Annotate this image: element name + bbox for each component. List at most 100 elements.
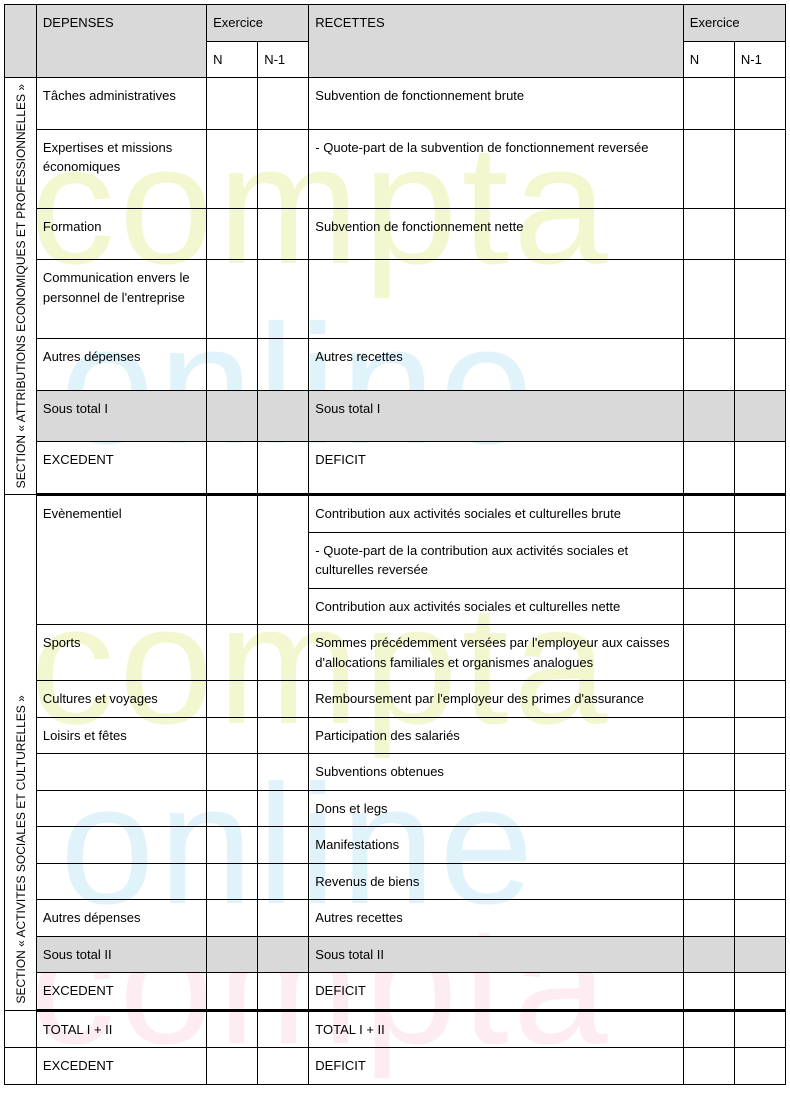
s2-row5-n bbox=[207, 754, 258, 791]
s1-deficit-rn bbox=[683, 442, 734, 495]
s1-subtotal-n bbox=[207, 390, 258, 442]
s1-row2-rec: - Quote-part de la subvention de fonctio… bbox=[309, 129, 684, 208]
s1-row1-n bbox=[207, 78, 258, 130]
s1-subtotal-rec: Sous total I bbox=[309, 390, 684, 442]
s1-deficit-rn1 bbox=[734, 442, 785, 495]
s2-row1c-rn bbox=[683, 588, 734, 625]
s1-row4-dep: Communication envers le personnel de l'e… bbox=[36, 260, 206, 339]
total2-n bbox=[207, 1048, 258, 1085]
s2-row2-rn bbox=[683, 625, 734, 681]
s1-row3-rn bbox=[683, 208, 734, 260]
s1-excedent-n bbox=[207, 442, 258, 495]
s1-row5-rec: Autres recettes bbox=[309, 339, 684, 391]
total-rot-blank2 bbox=[5, 1048, 37, 1085]
s2-row3-rn1 bbox=[734, 681, 785, 718]
total2-rn1 bbox=[734, 1048, 785, 1085]
total2-rec: DEFICIT bbox=[309, 1048, 684, 1085]
header-recettes: RECETTES bbox=[309, 5, 684, 78]
s2-deficit-rec: DEFICIT bbox=[309, 973, 684, 1011]
s1-row2-rn1 bbox=[734, 129, 785, 208]
s2-row7-rec: Manifestations bbox=[309, 827, 684, 864]
s2-row9-dep: Autres dépenses bbox=[36, 900, 206, 937]
s2-row7-rn bbox=[683, 827, 734, 864]
s1-row3-rn1 bbox=[734, 208, 785, 260]
s2-row8-n1 bbox=[258, 863, 309, 900]
s2-row8-rn bbox=[683, 863, 734, 900]
s2-row6-rec: Dons et legs bbox=[309, 790, 684, 827]
section2-title: SECTION « ACTIVITES SOCIALES ET CULTUREL… bbox=[5, 495, 37, 1011]
s2-row7-rn1 bbox=[734, 827, 785, 864]
s2-row5-dep bbox=[36, 754, 206, 791]
s1-row2-n bbox=[207, 129, 258, 208]
total1-rn1 bbox=[734, 1010, 785, 1048]
s2-row5-rec: Subventions obtenues bbox=[309, 754, 684, 791]
total1-dep: TOTAL I + II bbox=[36, 1010, 206, 1048]
header-n: N bbox=[207, 41, 258, 78]
s2-row4-rn1 bbox=[734, 717, 785, 754]
header-n1: N-1 bbox=[258, 41, 309, 78]
s1-row5-rn bbox=[683, 339, 734, 391]
s1-row1-rn bbox=[683, 78, 734, 130]
s2-row1c-rn1 bbox=[734, 588, 785, 625]
s2-row9-rec: Autres recettes bbox=[309, 900, 684, 937]
total1-rec: TOTAL I + II bbox=[309, 1010, 684, 1048]
s1-row1-dep: Tâches administratives bbox=[36, 78, 206, 130]
s2-row3-rn bbox=[683, 681, 734, 718]
s2-row6-rn bbox=[683, 790, 734, 827]
s2-row2-n bbox=[207, 625, 258, 681]
s2-row4-n bbox=[207, 717, 258, 754]
s2-subtotal-rn bbox=[683, 936, 734, 973]
s1-row3-n1 bbox=[258, 208, 309, 260]
s2-row3-rec: Remboursement par l'employeur des primes… bbox=[309, 681, 684, 718]
s2-subtotal-rn1 bbox=[734, 936, 785, 973]
s2-excedent-n bbox=[207, 973, 258, 1011]
total2-dep: EXCEDENT bbox=[36, 1048, 206, 1085]
s2-row2-dep: Sports bbox=[36, 625, 206, 681]
s1-row3-n bbox=[207, 208, 258, 260]
s2-row5-rn bbox=[683, 754, 734, 791]
budget-table: DEPENSES Exercice RECETTES Exercice N N-… bbox=[4, 4, 786, 1085]
s2-row2-rec: Sommes précédemment versées par l'employ… bbox=[309, 625, 684, 681]
s1-deficit-rec: DEFICIT bbox=[309, 442, 684, 495]
s2-row8-dep bbox=[36, 863, 206, 900]
s1-row1-rn1 bbox=[734, 78, 785, 130]
s1-row4-rn bbox=[683, 260, 734, 339]
s2-excedent-n1 bbox=[258, 973, 309, 1011]
s2-subtotal-dep: Sous total II bbox=[36, 936, 206, 973]
s1-subtotal-dep: Sous total I bbox=[36, 390, 206, 442]
total2-n1 bbox=[258, 1048, 309, 1085]
s1-row5-n bbox=[207, 339, 258, 391]
s2-row3-dep: Cultures et voyages bbox=[36, 681, 206, 718]
s1-row4-rn1 bbox=[734, 260, 785, 339]
s2-row1a-rec: Contribution aux activités sociales et c… bbox=[309, 495, 684, 533]
s1-row2-dep: Expertises et missions économiques bbox=[36, 129, 206, 208]
s2-row8-rn1 bbox=[734, 863, 785, 900]
s2-row9-n1 bbox=[258, 900, 309, 937]
total1-n1 bbox=[258, 1010, 309, 1048]
s2-row9-rn1 bbox=[734, 900, 785, 937]
s1-excedent-dep: EXCEDENT bbox=[36, 442, 206, 495]
s2-row8-rec: Revenus de biens bbox=[309, 863, 684, 900]
s2-subtotal-rec: Sous total II bbox=[309, 936, 684, 973]
s2-row1a-rn bbox=[683, 495, 734, 533]
s2-row1-n1 bbox=[258, 495, 309, 625]
s2-row4-dep: Loisirs et fêtes bbox=[36, 717, 206, 754]
s1-row5-dep: Autres dépenses bbox=[36, 339, 206, 391]
corner-cell bbox=[5, 5, 37, 78]
s2-row6-n1 bbox=[258, 790, 309, 827]
s2-subtotal-n bbox=[207, 936, 258, 973]
s2-row3-n1 bbox=[258, 681, 309, 718]
s1-row2-n1 bbox=[258, 129, 309, 208]
s2-row1b-rec: - Quote-part de la contribution aux acti… bbox=[309, 532, 684, 588]
total2-rn bbox=[683, 1048, 734, 1085]
s2-row6-dep bbox=[36, 790, 206, 827]
s1-excedent-n1 bbox=[258, 442, 309, 495]
s1-row1-n1 bbox=[258, 78, 309, 130]
s1-row4-n bbox=[207, 260, 258, 339]
s2-row3-n bbox=[207, 681, 258, 718]
s2-excedent-dep: EXCEDENT bbox=[36, 973, 206, 1011]
s2-row4-rec: Participation des salariés bbox=[309, 717, 684, 754]
s1-row2-rn bbox=[683, 129, 734, 208]
s2-row7-n bbox=[207, 827, 258, 864]
s2-row5-n1 bbox=[258, 754, 309, 791]
